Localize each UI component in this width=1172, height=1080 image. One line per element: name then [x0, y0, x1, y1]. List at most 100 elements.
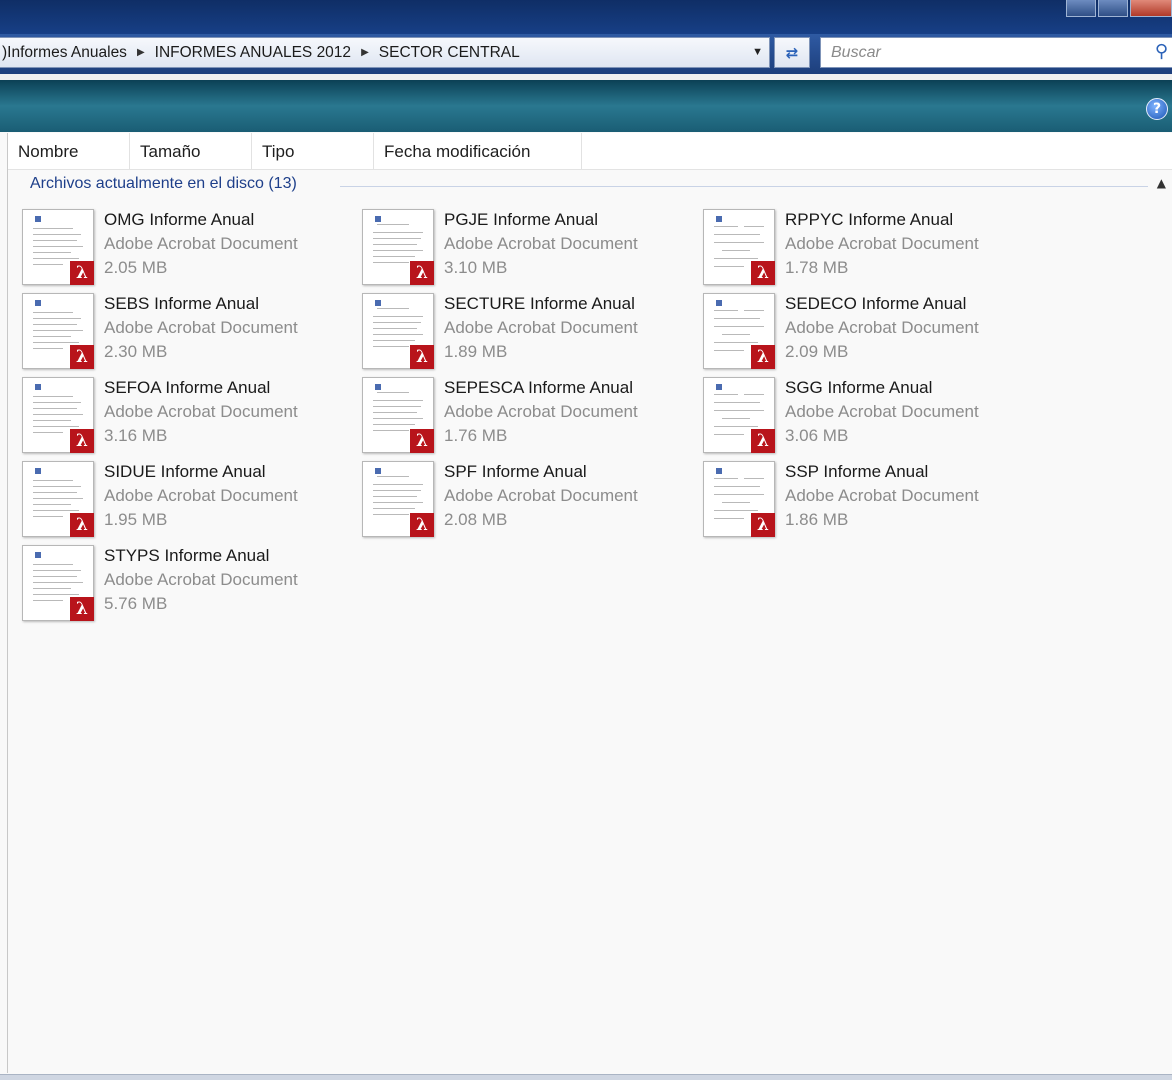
- file-item[interactable]: λ SEBS Informe Anual Adobe Acrobat Documen…: [22, 293, 352, 369]
- file-type: Adobe Acrobat Document: [104, 402, 298, 421]
- thumbnail-text-line: [744, 394, 764, 395]
- pdf-icon: λ: [751, 513, 775, 537]
- thumbnail-text-line: [33, 312, 73, 313]
- search-input[interactable]: [829, 43, 1133, 63]
- file-item[interactable]: λ SSP Informe Anual Adobe Acrobat Document…: [703, 461, 1033, 537]
- file-item[interactable]: λ OMG Informe Anual Adobe Acrobat Document…: [22, 209, 352, 285]
- file-type: Adobe Acrobat Document: [785, 402, 979, 421]
- thumbnail-logo: [35, 300, 41, 306]
- chevron-down-icon[interactable]: ▼: [752, 46, 763, 58]
- file-item[interactable]: λ SEDECO Informe Anual Adobe Acrobat Docum…: [703, 293, 1033, 369]
- thumbnail-text-line: [33, 576, 77, 577]
- breadcrumb-item-informes-anuales[interactable]: Informes Anuales: [7, 44, 131, 62]
- file-type: Adobe Acrobat Document: [785, 486, 979, 505]
- thumbnail-text-line: [33, 324, 77, 325]
- file-name: SPF Informe Anual: [444, 462, 587, 481]
- file-item[interactable]: λ SECTURE Informe Anual Adobe Acrobat Docu…: [362, 293, 692, 369]
- column-tipo[interactable]: Tipo: [252, 133, 374, 169]
- thumbnail-text-line: [744, 226, 764, 227]
- column-nombre[interactable]: Nombre: [8, 133, 130, 169]
- pdf-icon: λ: [751, 429, 775, 453]
- thumbnail-text-line: [714, 310, 738, 311]
- file-item[interactable]: λ SEFOA Informe Anual Adobe Acrobat Docume…: [22, 377, 352, 453]
- thumbnail-text-line: [714, 234, 760, 235]
- file-item[interactable]: λ SPF Informe Anual Adobe Acrobat Document…: [362, 461, 692, 537]
- file-item[interactable]: λ RPPYC Informe Anual Adobe Acrobat Docume…: [703, 209, 1033, 285]
- thumbnail-text-line: [373, 244, 417, 245]
- thumbnail-text-line: [33, 420, 71, 421]
- thumbnail-text-line: [33, 432, 63, 433]
- thumbnail-text-line: [722, 502, 750, 503]
- thumbnail-text-line: [714, 394, 738, 395]
- thumbnail-text-line: [377, 392, 409, 393]
- thumbnail-text-line: [33, 348, 63, 349]
- chevron-right-icon[interactable]: ▶: [355, 47, 375, 58]
- refresh-button[interactable]: ⇄: [774, 37, 810, 68]
- thumbnail-text-line: [714, 242, 764, 243]
- file-size: 2.30 MB: [104, 342, 168, 361]
- pdf-icon: λ: [410, 345, 434, 369]
- chevron-right-icon[interactable]: ▶: [131, 47, 151, 58]
- file-name: SEFOA Informe Anual: [104, 378, 271, 397]
- thumbnail-text-line: [722, 334, 750, 335]
- file-type: Adobe Acrobat Document: [444, 486, 638, 505]
- thumbnail-text-line: [33, 480, 73, 481]
- file-item[interactable]: λ SEPESCA Informe Anual Adobe Acrobat Docu…: [362, 377, 692, 453]
- thumbnail-text-line: [373, 340, 415, 341]
- status-bar: [0, 1074, 1172, 1080]
- breadcrumb[interactable]: ) Informes Anuales ▶ INFORMES ANUALES 20…: [0, 37, 770, 68]
- thumbnail-text-line: [33, 492, 77, 493]
- search-box[interactable]: ⚲: [820, 37, 1172, 68]
- maximize-button[interactable]: [1098, 0, 1128, 17]
- close-button[interactable]: [1130, 0, 1172, 17]
- minimize-button[interactable]: [1066, 0, 1096, 17]
- thumbnail-logo: [716, 384, 722, 390]
- thumbnail-logo: [716, 300, 722, 306]
- thumbnail-text-line: [33, 516, 63, 517]
- file-name: OMG Informe Anual: [104, 210, 255, 229]
- file-name: SEDECO Informe Anual: [785, 294, 967, 313]
- pdf-icon: λ: [751, 345, 775, 369]
- thumbnail-text-line: [714, 318, 760, 319]
- breadcrumb-item-sector-central[interactable]: SECTOR CENTRAL: [375, 44, 524, 62]
- thumbnail-logo: [35, 384, 41, 390]
- chevron-up-icon[interactable]: ▲: [1157, 176, 1166, 190]
- file-name: SSP Informe Anual: [785, 462, 929, 481]
- thumbnail-text-line: [714, 402, 760, 403]
- pdf-icon: λ: [410, 429, 434, 453]
- thumbnail-logo: [35, 468, 41, 474]
- thumbnail-text-line: [714, 410, 764, 411]
- file-name: SECTURE Informe Anual: [444, 294, 635, 313]
- thumbnail-text-line: [373, 514, 409, 515]
- file-item[interactable]: λ PGJE Informe Anual Adobe Acrobat Documen…: [362, 209, 692, 285]
- thumbnail-text-line: [373, 238, 421, 239]
- file-item[interactable]: λ STYPS Informe Anual Adobe Acrobat Docume…: [22, 545, 352, 621]
- group-divider: [340, 186, 1148, 187]
- help-icon[interactable]: ?: [1146, 98, 1168, 120]
- thumbnail-text-line: [33, 582, 83, 583]
- thumbnail-text-line: [373, 508, 415, 509]
- thumbnail-text-line: [744, 478, 764, 479]
- thumbnail-text-line: [373, 484, 423, 485]
- thumbnail-text-line: [714, 342, 758, 343]
- pdf-icon: λ: [70, 513, 94, 537]
- search-icon[interactable]: ⚲: [1155, 41, 1168, 62]
- group-header-label[interactable]: Archivos actualmente en el disco (13): [30, 175, 297, 193]
- file-type: Adobe Acrobat Document: [444, 234, 638, 253]
- command-toolbar: ?: [0, 74, 1172, 132]
- window-controls: [1064, 0, 1172, 17]
- thumbnail-text-line: [373, 328, 417, 329]
- thumbnail-text-line: [33, 246, 83, 247]
- thumbnail-text-line: [373, 412, 417, 413]
- file-item[interactable]: λ SIDUE Informe Anual Adobe Acrobat Docume…: [22, 461, 352, 537]
- column-tamano[interactable]: Tamaño: [130, 133, 252, 169]
- column-fecha-modificacion[interactable]: Fecha modificación: [374, 133, 582, 169]
- thumbnail-text-line: [714, 426, 758, 427]
- thumbnail-text-line: [33, 408, 77, 409]
- file-item[interactable]: λ SGG Informe Anual Adobe Acrobat Document…: [703, 377, 1033, 453]
- thumbnail-text-line: [714, 486, 760, 487]
- breadcrumb-item-informes-anuales-2012[interactable]: INFORMES ANUALES 2012: [151, 44, 355, 62]
- thumbnail-text-line: [714, 478, 738, 479]
- thumbnail-logo: [375, 384, 381, 390]
- thumbnail-text-line: [373, 418, 423, 419]
